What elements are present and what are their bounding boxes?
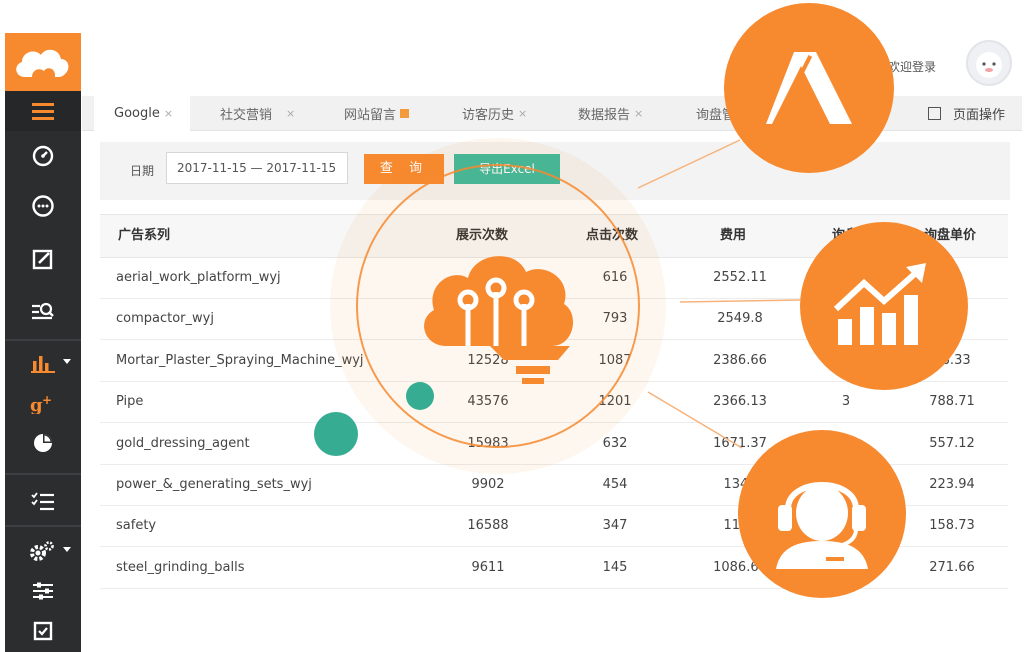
adwords-icon bbox=[766, 52, 852, 124]
cloud-circuit-icon bbox=[424, 256, 574, 384]
growth-badge bbox=[800, 222, 968, 390]
teal-dot bbox=[314, 412, 358, 456]
customer-service-badge bbox=[738, 430, 906, 598]
adwords-badge bbox=[724, 3, 894, 173]
customer-service-icon bbox=[776, 482, 868, 569]
growth-chart-icon bbox=[833, 263, 926, 345]
